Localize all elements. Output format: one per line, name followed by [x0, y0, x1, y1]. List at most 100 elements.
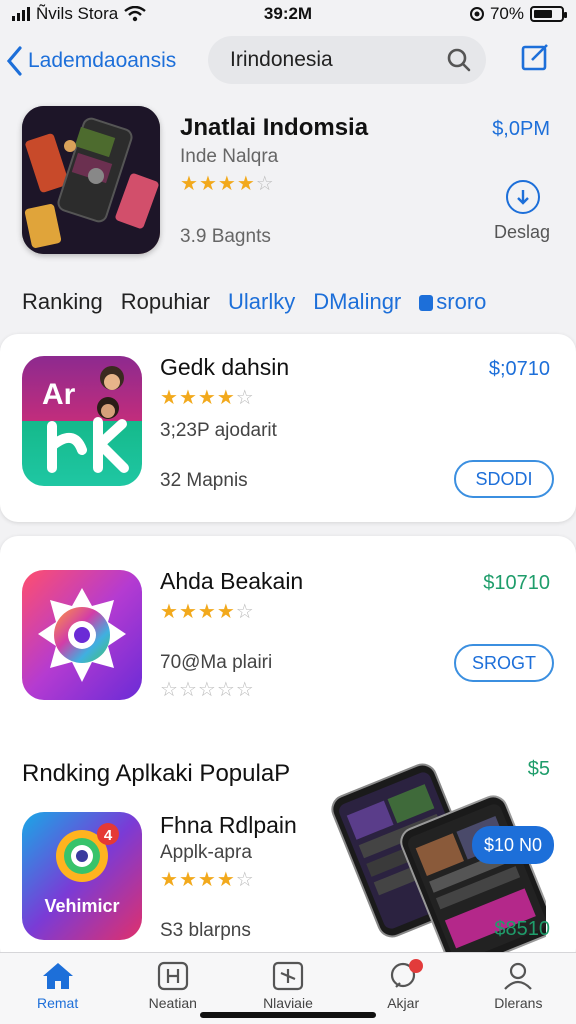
chevron-left-icon: [6, 46, 22, 76]
featured-rating-count: 3.9 Bagnts: [180, 226, 271, 247]
featured-app[interactable]: Jnatlai Indomsia Inde Nalqra ★ ★ ★ ★ ☆ 3.9 B…: [0, 106, 576, 266]
star-empty-icon: ☆: [197, 679, 216, 701]
tab-home[interactable]: Remat: [8, 961, 108, 1011]
app-rating: ★ ★ ★ ★ ☆: [160, 388, 254, 408]
star-filled-icon: ★: [197, 869, 216, 891]
app-subtitle: Applk-apra: [160, 842, 252, 863]
star-filled-icon: ★: [178, 387, 197, 409]
app-price: $;0710: [488, 358, 550, 380]
featured-title: Jnatlai Indomsia: [180, 114, 369, 141]
app-card[interactable]: Ar Gedk dahsin ★ ★ ★ ★ ☆ 3;23P ajodarit 32 M…: [0, 334, 576, 522]
featured-rating: ★ ★ ★ ★ ☆: [180, 174, 274, 194]
app-price: $8510: [494, 918, 550, 940]
tab-profile-label: Dlerans: [494, 995, 543, 1011]
tab-ranking[interactable]: Ranking: [22, 289, 103, 315]
star-empty-icon: ☆: [255, 173, 274, 195]
star-empty-icon: ☆: [178, 679, 197, 701]
battery-fill: [534, 10, 553, 18]
category-tabs: Ranking Ropuhiar Ularlky DMalingr sroro: [0, 282, 576, 322]
tab-games[interactable]: Nlaviaie: [238, 961, 338, 1011]
app-price: $10710: [483, 572, 550, 594]
app-rating: ★ ★ ★ ★ ☆: [160, 602, 254, 622]
tab-store[interactable]: sroro: [419, 289, 486, 315]
app-title: Fhna Rdlpain: [160, 812, 297, 838]
featured-price: $,0PM: [492, 118, 550, 140]
star-filled-icon: ★: [198, 173, 217, 195]
home-icon: [42, 963, 73, 989]
app-list-card: Ahda Beakain ★ ★ ★ ★ ☆ 70@Ma plairi ☆ ☆ ☆ ☆ ☆ $1…: [0, 536, 576, 971]
back-button[interactable]: Lademdaoansis: [0, 46, 200, 76]
nav-bar: Lademdaoansis: [0, 34, 576, 88]
app-icon-label: Vehimicr: [44, 896, 119, 916]
compose-icon[interactable]: [520, 42, 550, 72]
app-downloads: S3 blarpns: [160, 920, 251, 941]
star-filled-icon: ★: [160, 387, 178, 409]
battery-icon: [530, 6, 567, 22]
app-icon[interactable]: [22, 570, 142, 700]
tab-notifications-label: Akjar: [387, 995, 420, 1011]
star-filled-icon: ★: [217, 173, 236, 195]
tab-apps[interactable]: Neatian: [123, 961, 223, 1011]
tab-games-label: Nlaviaie: [263, 995, 313, 1011]
star-empty-icon: ☆: [160, 679, 178, 701]
price-badge-button[interactable]: $10 N0: [471, 826, 554, 864]
star-empty-icon: ☆: [235, 869, 254, 891]
featured-app-icon[interactable]: [22, 106, 160, 254]
tab-popular[interactable]: Ropuhiar: [121, 289, 210, 315]
star-empty-icon: ☆: [235, 679, 254, 701]
app-title: Gedk dahsin: [160, 354, 290, 380]
tab-store-label: sroro: [436, 289, 487, 314]
app-icon[interactable]: Ar: [22, 356, 142, 486]
tab-notifications[interactable]: Akjar: [353, 959, 453, 1011]
svg-text:Ar: Ar: [42, 378, 76, 411]
star-filled-icon: ★: [180, 173, 198, 195]
tab-dmalingr[interactable]: DMalingr: [313, 289, 401, 315]
home-indicator[interactable]: [200, 1012, 376, 1018]
person-icon: [504, 962, 533, 990]
tab-home-label: Remat: [36, 995, 79, 1011]
star-filled-icon: ★: [216, 387, 235, 409]
app-rating-secondary: ☆ ☆ ☆ ☆ ☆: [160, 680, 254, 700]
bottom-tab-bar: Remat Neatian Nlaviaie Akjar Dlerans: [0, 952, 576, 1024]
tab-profile[interactable]: Dlerans: [468, 961, 568, 1011]
app-icon-badge: 4: [104, 827, 113, 844]
back-label: Lademdaoansis: [28, 49, 177, 72]
star-filled-icon: ★: [236, 173, 255, 195]
app-icon[interactable]: 4 Vehimicr: [22, 812, 142, 940]
app-rating: ★ ★ ★ ★ ☆: [160, 870, 254, 890]
app-reviews: 70@Ma plairi: [160, 652, 273, 673]
battery-percent: 70%: [489, 4, 524, 23]
store-icon: [419, 295, 434, 311]
wifi-icon: [124, 6, 146, 22]
star-filled-icon: ★: [178, 869, 197, 891]
star-filled-icon: ★: [160, 869, 178, 891]
star-filled-icon: ★: [178, 601, 197, 623]
price-badge-label: $10 N0: [483, 834, 542, 855]
app-title: Ahda Beakain: [160, 568, 304, 594]
get-button[interactable]: SROGT: [454, 644, 554, 682]
star-empty-icon: ☆: [235, 387, 254, 409]
star-box-icon: [272, 961, 304, 991]
star-filled-icon: ★: [197, 601, 216, 623]
search-icon[interactable]: [446, 47, 472, 73]
app-downloads: 32 Mapnis: [160, 470, 248, 491]
app-store-screen: Ñvils Stora 39:2M 70% Lademdaoansis Irin…: [0, 0, 576, 1024]
tab-weekly[interactable]: Ularlky: [228, 289, 295, 315]
download-label: Deslag: [493, 222, 550, 242]
search-input[interactable]: [230, 48, 446, 72]
star-empty-icon: ☆: [216, 679, 235, 701]
tab-apps-label: Neatian: [148, 995, 197, 1011]
star-filled-icon: ★: [216, 869, 235, 891]
search-bar[interactable]: [208, 36, 486, 84]
status-bar: Ñvils Stora 39:2M 70%: [0, 0, 576, 28]
download-button[interactable]: [506, 180, 540, 214]
star-empty-icon: ☆: [235, 601, 254, 623]
apps-icon: [157, 961, 188, 991]
star-filled-icon: ★: [160, 601, 178, 623]
carrier-label: Ñvils Stora: [36, 4, 119, 23]
app-reviews: 3;23P ajodarit: [160, 420, 277, 441]
get-button[interactable]: SDODI: [454, 460, 554, 498]
download-icon: [517, 190, 529, 205]
section-title: Rndking Aplkaki PopulaP: [22, 760, 291, 787]
signal-icon: [12, 7, 30, 21]
